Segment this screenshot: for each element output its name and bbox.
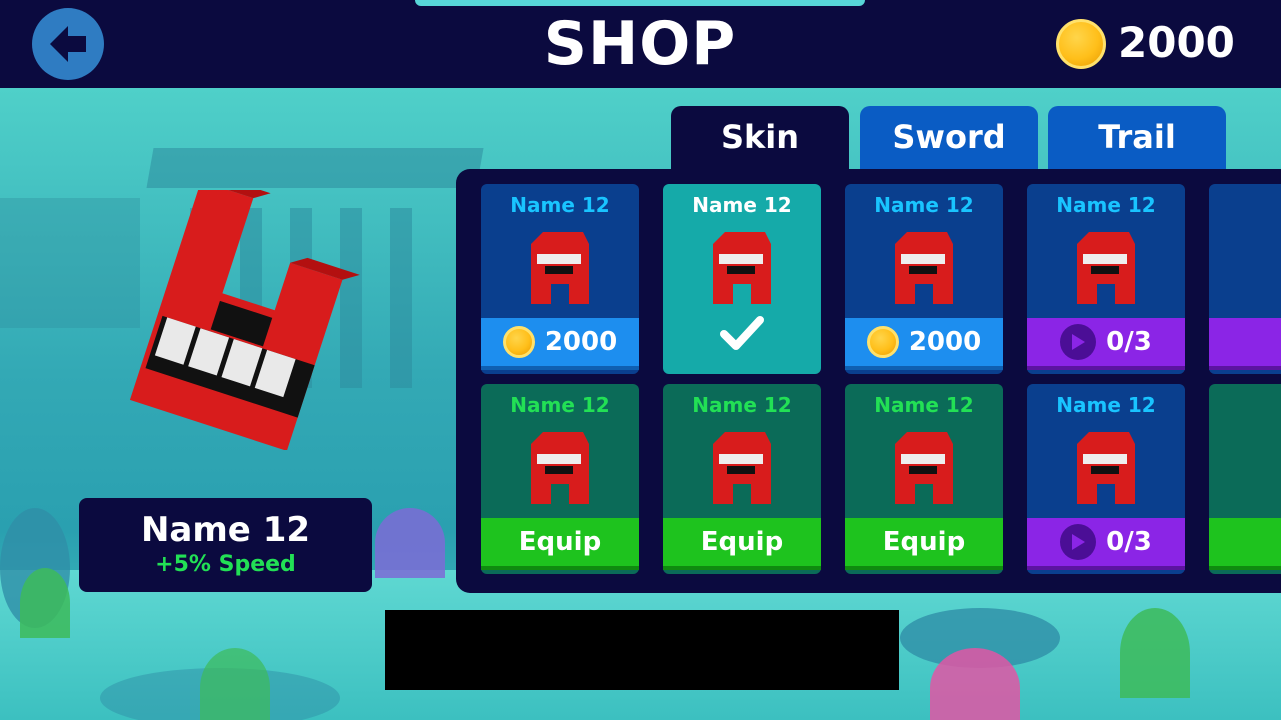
page-title: SHOP <box>543 9 737 79</box>
price-label: 2000 <box>908 327 982 357</box>
character-thumbnail <box>713 232 771 304</box>
watch-video-button[interactable] <box>1209 318 1281 370</box>
arrow-left-icon <box>50 26 86 62</box>
item-card[interactable]: Name 12 2000 <box>481 184 639 374</box>
item-name: Name 12 <box>510 393 610 417</box>
coin-icon <box>1056 19 1106 69</box>
item-panel: Name 12 2000 Name 12 Name 12 2000 Name 1… <box>456 169 1281 593</box>
item-card[interactable]: Name 12 2000 <box>845 184 1003 374</box>
play-icon <box>1060 324 1097 360</box>
tab-sword[interactable]: Sword <box>860 106 1038 170</box>
ad-banner[interactable] <box>385 610 899 690</box>
play-icon <box>1060 524 1097 560</box>
character-thumbnail <box>531 232 589 304</box>
item-card[interactable]: Name 12 Equip <box>481 384 639 574</box>
character-thumbnail <box>531 432 589 504</box>
watch-video-button[interactable]: 0/3 <box>1027 318 1185 370</box>
item-name: Name 12 <box>874 193 974 217</box>
item-name: Name 12 <box>510 193 610 217</box>
item-name: Name 12 <box>1056 393 1156 417</box>
character-preview <box>129 190 360 450</box>
equip-button[interactable]: Equip <box>845 518 1003 570</box>
item-card-partial[interactable] <box>1209 184 1281 374</box>
character-thumbnail <box>895 432 953 504</box>
selected-item-name: Name 12 <box>140 510 311 550</box>
character-thumbnail <box>713 432 771 504</box>
tab-trail[interactable]: Trail <box>1048 106 1226 170</box>
item-name: Name 12 <box>1056 193 1156 217</box>
item-name: Name 12 <box>692 393 792 417</box>
equip-button[interactable] <box>1209 518 1281 570</box>
buy-button[interactable]: 2000 <box>481 318 639 370</box>
item-card[interactable]: Name 12 0/3 <box>1027 184 1185 374</box>
back-button[interactable] <box>32 8 104 80</box>
price-label: 2000 <box>544 327 618 357</box>
item-card[interactable]: Name 12 0/3 <box>1027 384 1185 574</box>
equip-button[interactable]: Equip <box>663 518 821 570</box>
video-progress-label: 0/3 <box>1106 327 1152 357</box>
coin-icon <box>502 326 535 358</box>
character-thumbnail <box>1077 232 1135 304</box>
selected-item-stat: +5% Speed <box>155 552 296 577</box>
item-name: Name 12 <box>874 393 974 417</box>
coin-icon <box>866 326 899 358</box>
checkmark-icon <box>720 316 764 350</box>
selected-item-info: Name 12 +5% Speed <box>79 498 372 592</box>
buy-button[interactable]: 2000 <box>845 318 1003 370</box>
character-thumbnail <box>895 232 953 304</box>
video-progress-label: 0/3 <box>1106 527 1152 557</box>
watch-video-button[interactable]: 0/3 <box>1027 518 1185 570</box>
character-thumbnail <box>1077 432 1135 504</box>
top-bar: SHOP 2000 <box>0 0 1281 88</box>
tab-skin[interactable]: Skin <box>671 106 849 170</box>
coin-balance: 2000 <box>1118 18 1235 67</box>
item-card[interactable]: Name 12 Equip <box>845 384 1003 574</box>
item-card-selected[interactable]: Name 12 <box>663 184 821 374</box>
equip-button[interactable]: Equip <box>481 518 639 570</box>
item-name: Name 12 <box>692 193 792 217</box>
item-card-partial[interactable] <box>1209 384 1281 574</box>
item-card[interactable]: Name 12 Equip <box>663 384 821 574</box>
